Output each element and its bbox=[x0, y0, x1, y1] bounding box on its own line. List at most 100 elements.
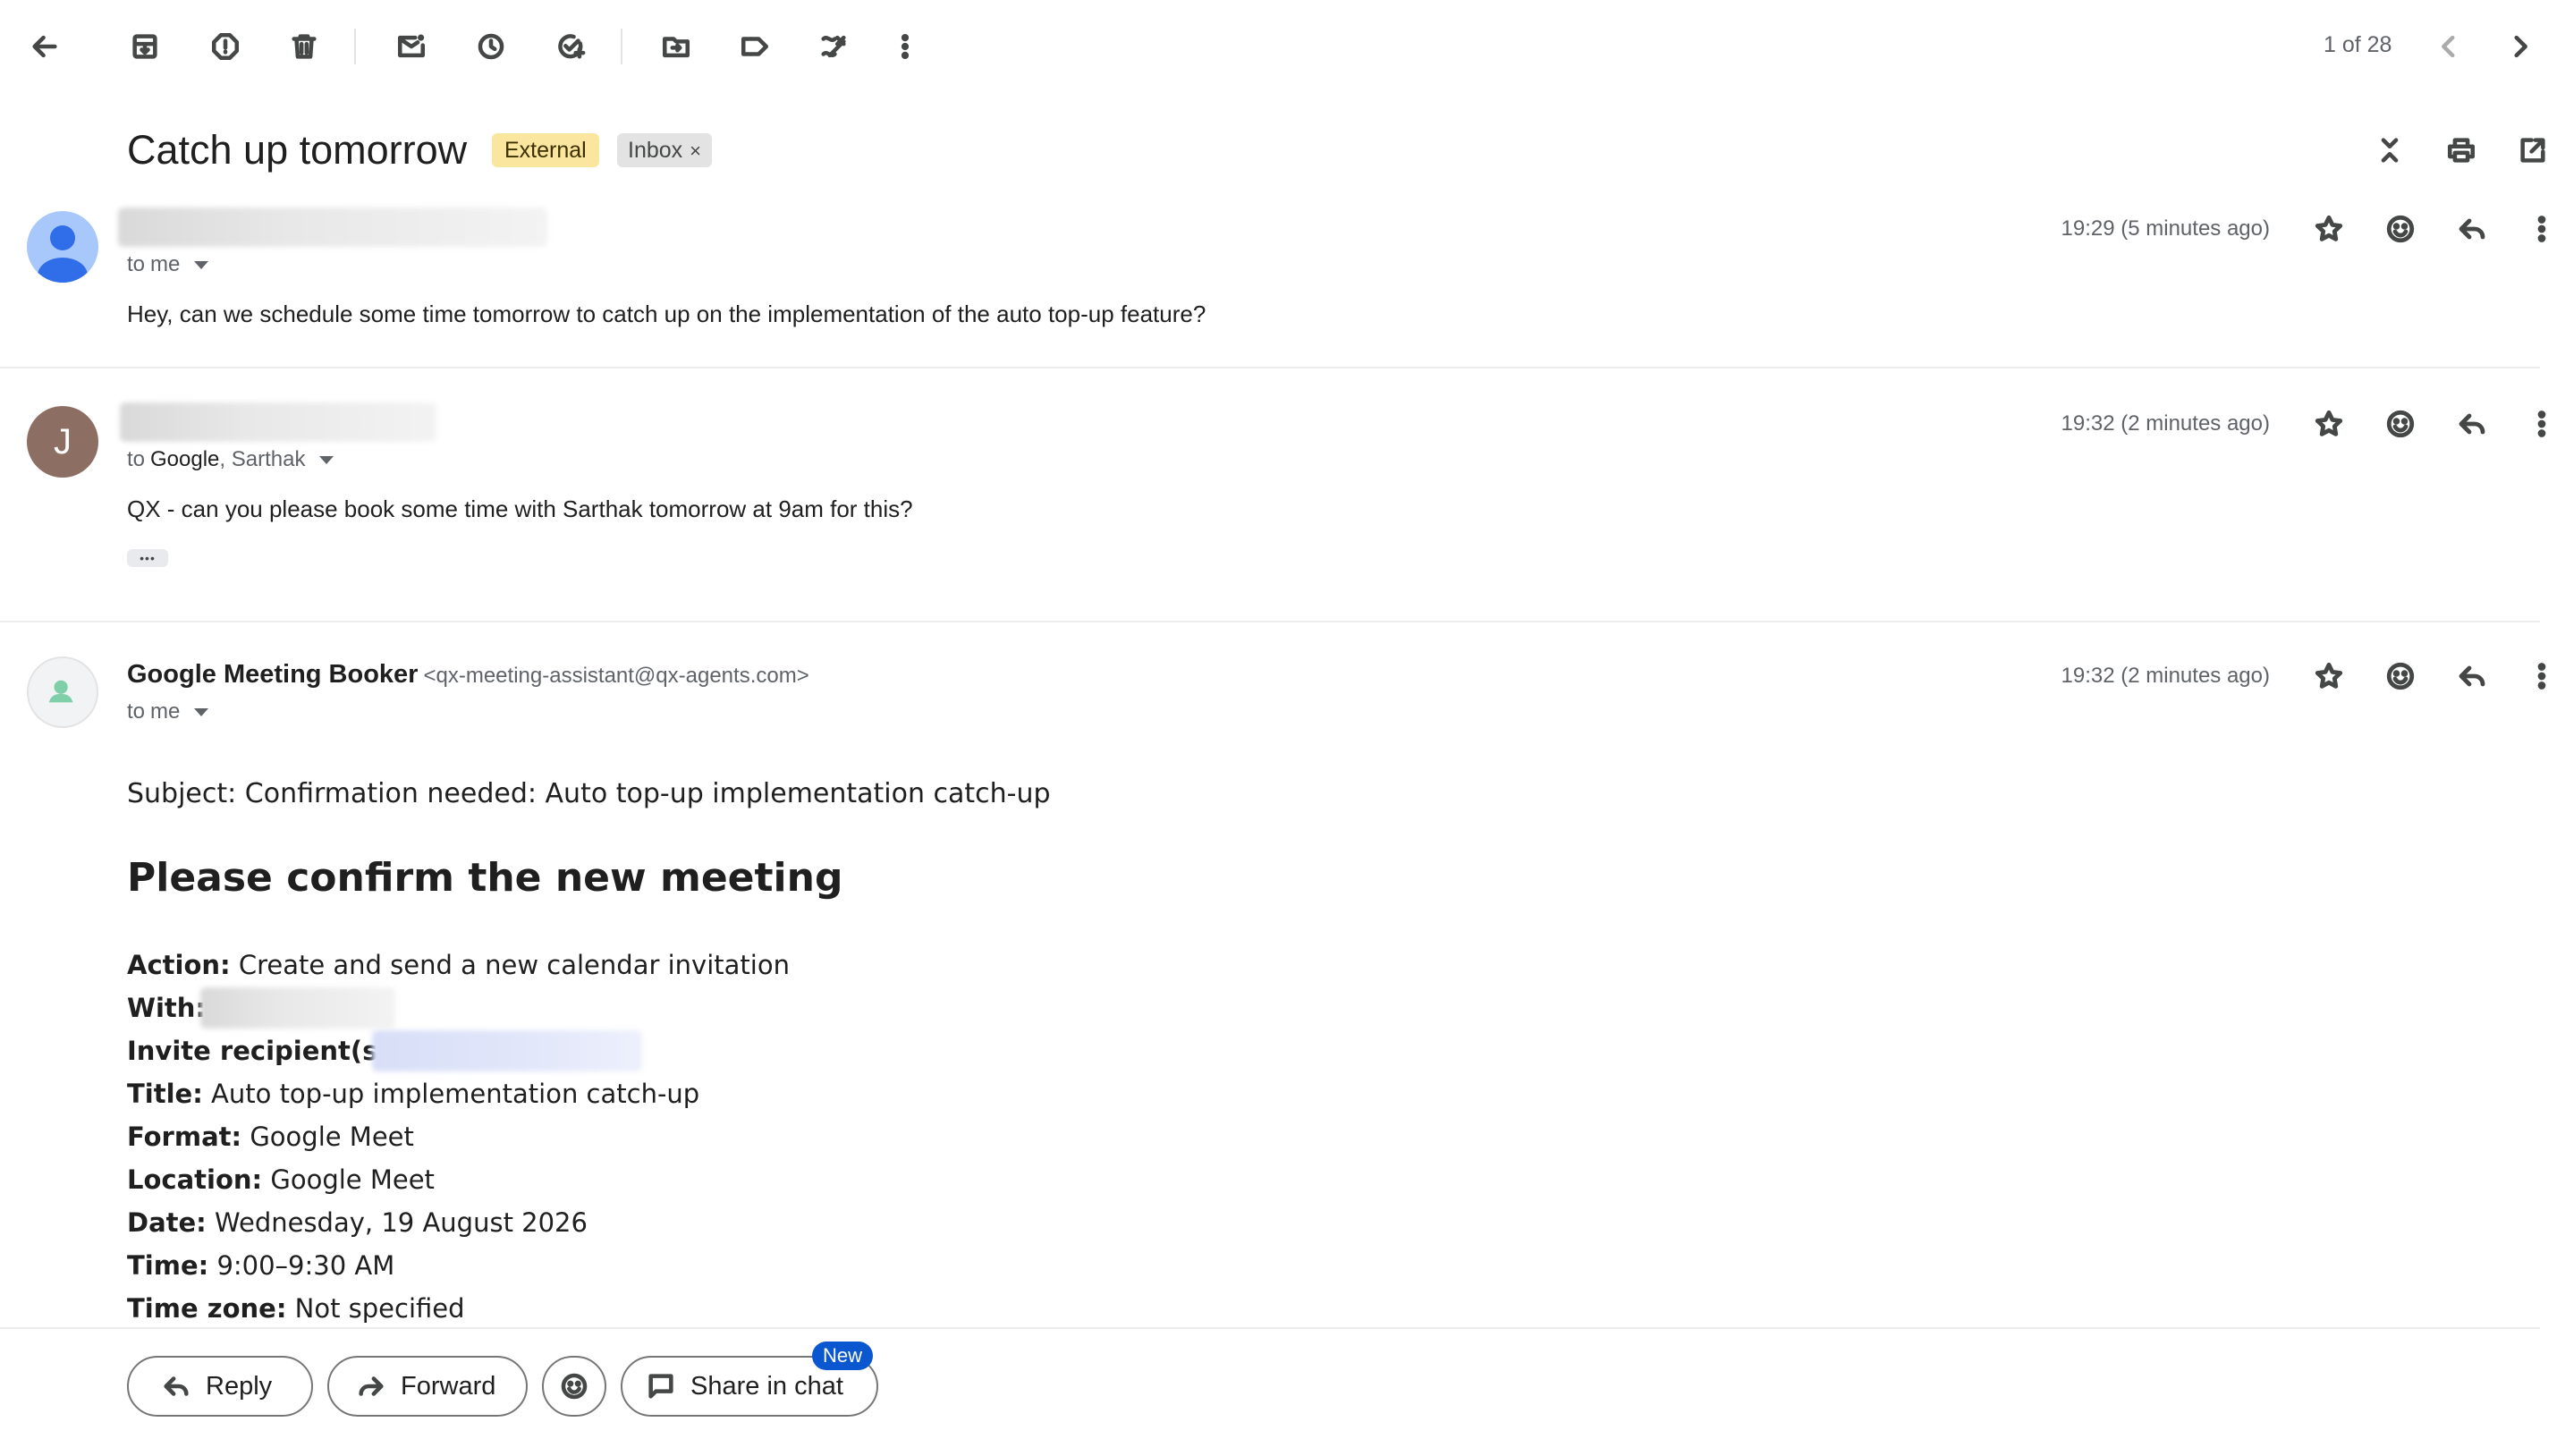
detail-label: With: bbox=[127, 993, 207, 1023]
detail-label: Invite recipient(s): bbox=[127, 1036, 401, 1066]
share-in-chat-label: Share in chat bbox=[690, 1371, 843, 1401]
detail-with: With: bbox=[127, 993, 206, 1023]
mark-unread-icon[interactable] bbox=[392, 27, 431, 66]
move-to-icon[interactable] bbox=[656, 27, 696, 66]
message-divider bbox=[0, 621, 2540, 622]
show-trimmed-content-button[interactable]: ••• bbox=[127, 549, 168, 567]
recipients-prefix: to bbox=[127, 447, 146, 471]
more-vert-icon[interactable] bbox=[2522, 404, 2561, 444]
detail-label: Time zone: bbox=[127, 1293, 287, 1324]
back-arrow-icon[interactable] bbox=[25, 27, 64, 66]
snippet-icon[interactable] bbox=[814, 27, 853, 66]
detail-time-zone: Time zone: Not specified bbox=[127, 1293, 465, 1324]
detail-invite-recipients: Invite recipient(s): bbox=[127, 1036, 400, 1066]
emoji-reaction-button[interactable] bbox=[542, 1356, 606, 1417]
chat-icon bbox=[648, 1374, 673, 1399]
emoji-icon[interactable] bbox=[2381, 656, 2420, 696]
detail-value: Auto top-up implementation catch-up bbox=[211, 1079, 700, 1109]
reply-icon[interactable] bbox=[2452, 209, 2492, 249]
recipient-primary: Google bbox=[150, 447, 220, 471]
detail-title: Title: Auto top-up implementation catch-… bbox=[127, 1079, 699, 1109]
reply-label: Reply bbox=[206, 1371, 273, 1401]
detail-value: Google Meet bbox=[270, 1164, 435, 1195]
detail-label: Time: bbox=[127, 1250, 209, 1281]
detail-value: Create and send a new calendar invitatio… bbox=[238, 950, 790, 980]
message-time: 19:29 (5 minutes ago) bbox=[2061, 216, 2270, 241]
reply-icon bbox=[164, 1376, 189, 1396]
delete-icon[interactable] bbox=[284, 27, 324, 66]
message-counter: 1 of 28 bbox=[2324, 32, 2392, 57]
more-vert-icon[interactable] bbox=[2522, 656, 2561, 696]
emoji-icon[interactable] bbox=[2381, 404, 2420, 444]
detail-format: Format: Google Meet bbox=[127, 1122, 414, 1152]
prev-icon[interactable] bbox=[2429, 27, 2468, 66]
detail-time: Time: 9:00–9:30 AM bbox=[127, 1250, 394, 1281]
new-badge: New bbox=[812, 1342, 874, 1370]
redacted-sender-name bbox=[118, 207, 547, 247]
archive-icon[interactable] bbox=[125, 27, 165, 66]
emoji-icon bbox=[561, 1373, 588, 1400]
detail-value: 9:00–9:30 AM bbox=[216, 1250, 395, 1281]
email-heading: Please confirm the new meeting bbox=[127, 855, 843, 901]
redacted-recipients-value bbox=[372, 1030, 642, 1071]
detail-label: Format: bbox=[127, 1122, 242, 1152]
sender-email: <qx-meeting-assistant@qx-agents.com> bbox=[423, 664, 809, 688]
avatar[interactable] bbox=[27, 211, 98, 283]
message-divider bbox=[0, 367, 2540, 368]
redacted-with-value bbox=[200, 987, 395, 1029]
reply-icon[interactable] bbox=[2452, 656, 2492, 696]
thread-subject: Catch up tomorrow bbox=[127, 127, 468, 173]
detail-label: Title: bbox=[127, 1079, 203, 1109]
detail-value: Wednesday, 19 August 2026 bbox=[215, 1207, 588, 1238]
reply-button[interactable]: Reply bbox=[127, 1356, 313, 1417]
detail-value: Not specified bbox=[294, 1293, 465, 1324]
detail-label: Location: bbox=[127, 1164, 263, 1195]
report-spam-icon[interactable] bbox=[206, 27, 245, 66]
recipients-dropdown[interactable]: to Google, Sarthak bbox=[127, 447, 334, 472]
emoji-icon[interactable] bbox=[2381, 209, 2420, 249]
forward-button[interactable]: Forward bbox=[327, 1356, 528, 1417]
more-vert-icon[interactable] bbox=[885, 27, 925, 66]
recipients: me bbox=[150, 252, 181, 276]
detail-location: Location: Google Meet bbox=[127, 1164, 435, 1195]
next-icon[interactable] bbox=[2501, 27, 2540, 66]
message-time: 19:32 (2 minutes ago) bbox=[2061, 411, 2270, 436]
star-icon[interactable] bbox=[2309, 656, 2349, 696]
detail-action: Action: Create and send a new calendar i… bbox=[127, 950, 790, 980]
sender-name[interactable]: Google Meeting Booker bbox=[127, 660, 418, 689]
avatar-initial: J bbox=[54, 421, 72, 461]
recipients: me bbox=[150, 699, 181, 724]
snooze-icon[interactable] bbox=[471, 27, 511, 66]
star-icon[interactable] bbox=[2309, 209, 2349, 249]
toolbar-divider bbox=[354, 29, 356, 64]
avatar[interactable]: J bbox=[27, 406, 98, 478]
avatar[interactable] bbox=[27, 656, 98, 728]
recipients-rest: , Sarthak bbox=[219, 447, 306, 471]
reply-icon[interactable] bbox=[2452, 404, 2492, 444]
recipients-prefix: to bbox=[127, 252, 146, 276]
forward-label: Forward bbox=[401, 1371, 496, 1401]
add-task-icon[interactable] bbox=[551, 27, 590, 66]
remove-label-icon[interactable]: × bbox=[690, 140, 701, 162]
caret-down-icon[interactable] bbox=[194, 260, 209, 269]
external-label: External bbox=[492, 133, 599, 167]
caret-down-icon[interactable] bbox=[319, 455, 334, 464]
detail-value: Google Meet bbox=[250, 1122, 414, 1152]
redacted-sender-name bbox=[120, 402, 436, 442]
email-subject-line: Subject: Confirmation needed: Auto top-u… bbox=[127, 778, 1051, 809]
recipients-dropdown[interactable]: to me bbox=[127, 699, 209, 724]
detail-label: Action: bbox=[127, 950, 231, 980]
caret-down-icon[interactable] bbox=[194, 707, 209, 716]
message-body: Hey, can we schedule some time tomorrow … bbox=[127, 301, 1206, 327]
print-icon[interactable] bbox=[2442, 131, 2481, 170]
star-icon[interactable] bbox=[2309, 404, 2349, 444]
message-body: QX - can you please book some time with … bbox=[127, 495, 913, 522]
label-icon[interactable] bbox=[735, 27, 775, 66]
forward-icon bbox=[359, 1376, 384, 1396]
detail-date: Date: Wednesday, 19 August 2026 bbox=[127, 1207, 588, 1238]
inbox-label-text: Inbox bbox=[628, 138, 683, 163]
more-vert-icon[interactable] bbox=[2522, 209, 2561, 249]
collapse-all-icon[interactable] bbox=[2370, 131, 2409, 170]
recipients-dropdown[interactable]: to me bbox=[127, 252, 209, 277]
open-new-window-icon[interactable] bbox=[2513, 131, 2552, 170]
